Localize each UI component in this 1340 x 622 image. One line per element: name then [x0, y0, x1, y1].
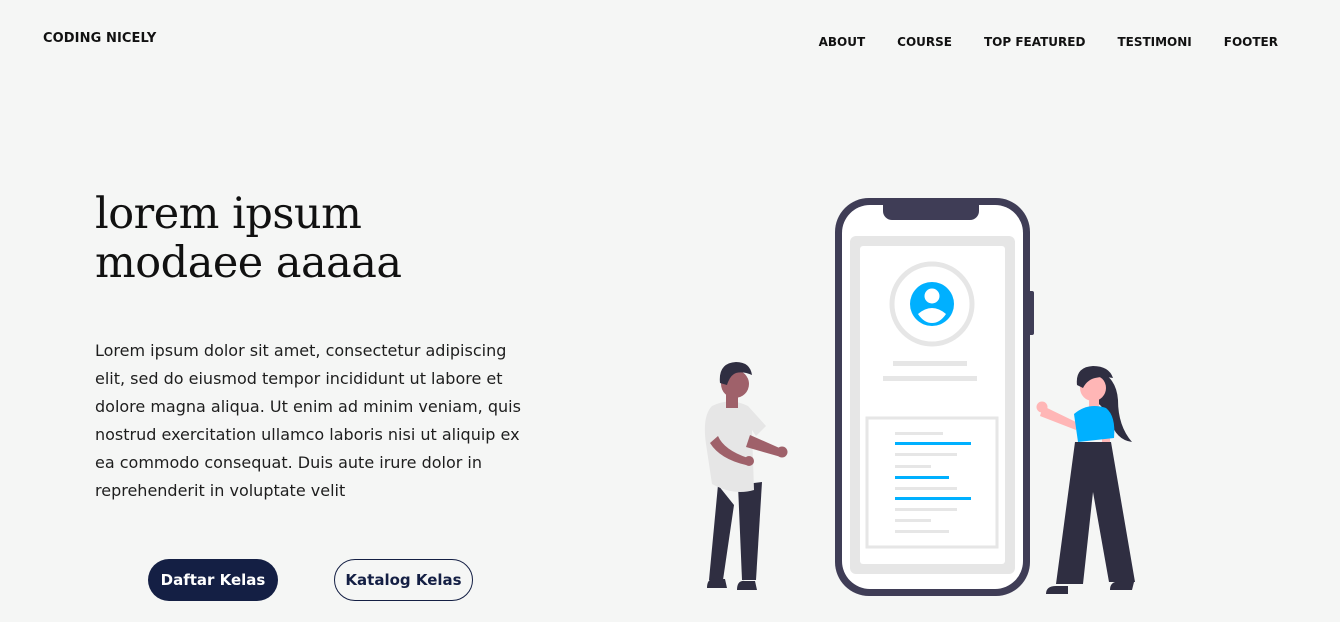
hero-title-line-2: modaee aaaaa [95, 238, 402, 288]
nav-footer[interactable]: FOOTER [1224, 35, 1278, 49]
smartphone-icon [835, 198, 1034, 596]
katalog-kelas-button[interactable]: Katalog Kelas [334, 559, 473, 601]
hero-title-line-1: lorem ipsum [95, 189, 362, 239]
hero-description: Lorem ipsum dolor sit amet, consectetur … [95, 341, 521, 500]
user-avatar-icon [889, 261, 975, 347]
nav-top-featured[interactable]: TOP FEATURED [984, 35, 1085, 49]
hero-title: lorem ipsum modaee aaaaa [95, 190, 515, 288]
daftar-kelas-button[interactable]: Daftar Kelas [148, 559, 278, 601]
man-figure [704, 362, 788, 590]
main-nav: ABOUT COURSE TOP FEATURED TESTIMONI FOOT… [819, 31, 1278, 50]
nav-about[interactable]: ABOUT [819, 35, 866, 49]
nav-course[interactable]: COURSE [897, 35, 952, 49]
nav-testimoni[interactable]: TESTIMONI [1117, 35, 1191, 49]
woman-figure [1036, 366, 1135, 594]
brand-logo[interactable]: CODING NICELY [43, 31, 156, 46]
landing-page: CODING NICELY ABOUT COURSE TOP FEATURED … [0, 0, 1340, 622]
hero-illustration [704, 198, 1135, 596]
